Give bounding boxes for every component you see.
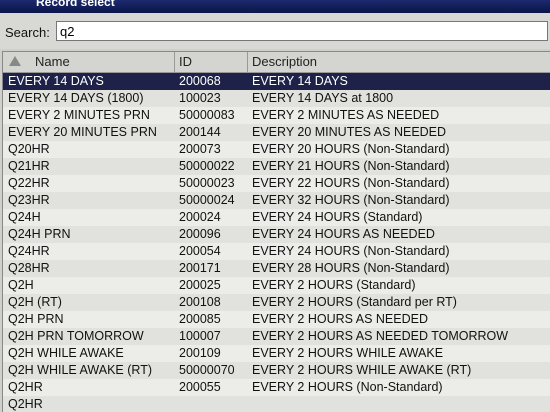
cell-name: Q28HR <box>8 261 50 275</box>
cell-id: 200109 <box>179 346 221 360</box>
cell-description: EVERY 24 HOURS (Non-Standard) <box>252 244 450 258</box>
cell-name: Q2H PRN TOMORROW <box>8 329 144 343</box>
search-label: Search: <box>5 25 50 40</box>
column-header-description[interactable]: Description <box>248 52 550 72</box>
cell-id: 200096 <box>179 227 221 241</box>
table-row[interactable]: Q2H PRN 200085 EVERY 2 HOURS AS NEEDED <box>3 311 550 328</box>
table-row[interactable]: Q2HR <box>3 396 550 412</box>
cell-name: Q2H <box>8 278 34 292</box>
cell-description: EVERY 28 HOURS (Non-Standard) <box>252 261 450 275</box>
cell-name: Q20HR <box>8 142 50 156</box>
cell-id: 100007 <box>179 329 221 343</box>
cell-id: 200024 <box>179 210 221 224</box>
window-title: Record select <box>36 0 115 9</box>
cell-name: Q2H PRN <box>8 312 64 326</box>
cell-name: Q21HR <box>8 159 50 173</box>
table-row[interactable]: Q24H PRN 200096 EVERY 24 HOURS AS NEEDED <box>3 226 550 243</box>
cell-description: EVERY 20 MINUTES AS NEEDED <box>252 125 447 139</box>
table-row[interactable]: Q24H 200024 EVERY 24 HOURS (Standard) <box>3 209 550 226</box>
table-row[interactable]: Q21HR 50000022 EVERY 21 HOURS (Non-Standar… <box>3 158 550 175</box>
cell-id: 50000070 <box>179 363 235 377</box>
table-row[interactable]: Q2H WHILE AWAKE 200109 EVERY 2 HOURS WHILE… <box>3 345 550 362</box>
cell-description: EVERY 22 HOURS (Non-Standard) <box>252 176 450 190</box>
cell-description: EVERY 21 HOURS (Non-Standard) <box>252 159 450 173</box>
cell-name: Q2HR <box>8 380 43 394</box>
table-row[interactable]: Q2HR 200055 EVERY 2 HOURS (Non-Standard) <box>3 379 550 396</box>
cell-name: Q23HR <box>8 193 50 207</box>
table-row[interactable]: EVERY 20 MINUTES PRN 200144 EVERY 20 MINUT… <box>3 124 550 141</box>
column-header-name-label: Name <box>35 54 70 69</box>
cell-description: EVERY 20 HOURS (Non-Standard) <box>252 142 450 156</box>
table-row[interactable]: Q24HR 200054 EVERY 24 HOURS (Non-Standard) <box>3 243 550 260</box>
table-row[interactable]: Q23HR 50000024 EVERY 32 HOURS (Non-Standar… <box>3 192 550 209</box>
cell-description: EVERY 24 HOURS (Standard) <box>252 210 423 224</box>
sort-ascending-icon <box>9 56 21 66</box>
cell-name: EVERY 20 MINUTES PRN <box>8 125 157 139</box>
cell-description: EVERY 2 HOURS (Standard) <box>252 278 416 292</box>
cell-description: EVERY 2 HOURS (Standard per RT) <box>252 295 457 309</box>
cell-description: EVERY 2 HOURS (Non-Standard) <box>252 380 443 394</box>
column-header-id[interactable]: ID <box>175 52 248 72</box>
table-row[interactable]: EVERY 2 MINUTES PRN 50000083 EVERY 2 MINUT… <box>3 107 550 124</box>
cell-description: EVERY 14 DAYS <box>252 74 348 88</box>
cell-id: 200055 <box>179 380 221 394</box>
cell-description: EVERY 2 HOURS AS NEEDED TOMORROW <box>252 329 509 343</box>
cell-name: Q2H WHILE AWAKE <box>8 346 124 360</box>
cell-id: 200144 <box>179 125 221 139</box>
table-row[interactable]: Q2H WHILE AWAKE (RT) 50000070 EVERY 2 HOUR… <box>3 362 550 379</box>
search-input[interactable] <box>56 21 548 41</box>
table-row[interactable]: EVERY 14 DAYS 200068 EVERY 14 DAYS <box>3 73 550 90</box>
table-row[interactable]: Q28HR 200171 EVERY 28 HOURS (Non-Standard) <box>3 260 550 277</box>
cell-description: EVERY 2 HOURS AS NEEDED <box>252 312 428 326</box>
cell-id <box>179 396 249 412</box>
cell-id: 200068 <box>179 74 221 88</box>
table-row[interactable]: EVERY 14 DAYS (1800) 100023 EVERY 14 DAYS … <box>3 90 550 107</box>
cell-name: Q2H (RT) <box>8 295 62 309</box>
table-row[interactable]: Q22HR 50000023 EVERY 22 HOURS (Non-Standar… <box>3 175 550 192</box>
record-table: Name ID Description EVERY 14 DAYS 200068 E… <box>2 51 550 412</box>
cell-description: EVERY 2 HOURS WHILE AWAKE (RT) <box>252 363 472 377</box>
column-header-name[interactable]: Name <box>3 52 175 72</box>
cell-id: 200085 <box>179 312 221 326</box>
cell-id: 200025 <box>179 278 221 292</box>
cell-id: 200073 <box>179 142 221 156</box>
column-header-id-label: ID <box>179 54 192 69</box>
table-row[interactable]: Q2H 200025 EVERY 2 HOURS (Standard) <box>3 277 550 294</box>
cell-name: Q2H WHILE AWAKE (RT) <box>8 363 153 377</box>
cell-id: 50000083 <box>179 108 235 122</box>
cell-name: EVERY 14 DAYS (1800) <box>8 91 144 105</box>
cell-name: EVERY 2 MINUTES PRN <box>8 108 150 122</box>
table-body: EVERY 14 DAYS 200068 EVERY 14 DAYS EVERY 14… <box>3 73 550 412</box>
cell-id: 50000023 <box>179 176 235 190</box>
cell-id: 200108 <box>179 295 221 309</box>
cell-id: 50000024 <box>179 193 235 207</box>
table-header: Name ID Description <box>3 52 550 73</box>
cell-description: EVERY 2 HOURS WHILE AWAKE <box>252 346 444 360</box>
cell-name: Q24HR <box>8 244 50 258</box>
cell-id: 200054 <box>179 244 221 258</box>
cell-id: 100023 <box>179 91 221 105</box>
cell-description: EVERY 2 MINUTES AS NEEDED <box>252 108 440 122</box>
table-row[interactable]: Q2H PRN TOMORROW 100007 EVERY 2 HOURS AS N… <box>3 328 550 345</box>
cell-description: EVERY 14 DAYS at 1800 <box>252 91 394 105</box>
search-bar: Search: <box>0 13 550 49</box>
column-header-description-label: Description <box>252 54 318 69</box>
cell-description: EVERY 32 HOURS (Non-Standard) <box>252 193 450 207</box>
window-titlebar: Record select <box>0 0 550 13</box>
cell-description <box>252 396 548 412</box>
cell-id: 50000022 <box>179 159 235 173</box>
cell-name: Q24H PRN <box>8 227 71 241</box>
cell-name: Q24H <box>8 210 41 224</box>
cell-name: Q2HR <box>8 397 43 411</box>
cell-id: 200171 <box>179 261 221 275</box>
cell-name: EVERY 14 DAYS <box>8 74 104 88</box>
cell-description: EVERY 24 HOURS AS NEEDED <box>252 227 435 241</box>
table-row[interactable]: Q20HR 200073 EVERY 20 HOURS (Non-Standard) <box>3 141 550 158</box>
cell-name: Q22HR <box>8 176 50 190</box>
table-row[interactable]: Q2H (RT) 200108 EVERY 2 HOURS (Standard pe… <box>3 294 550 311</box>
